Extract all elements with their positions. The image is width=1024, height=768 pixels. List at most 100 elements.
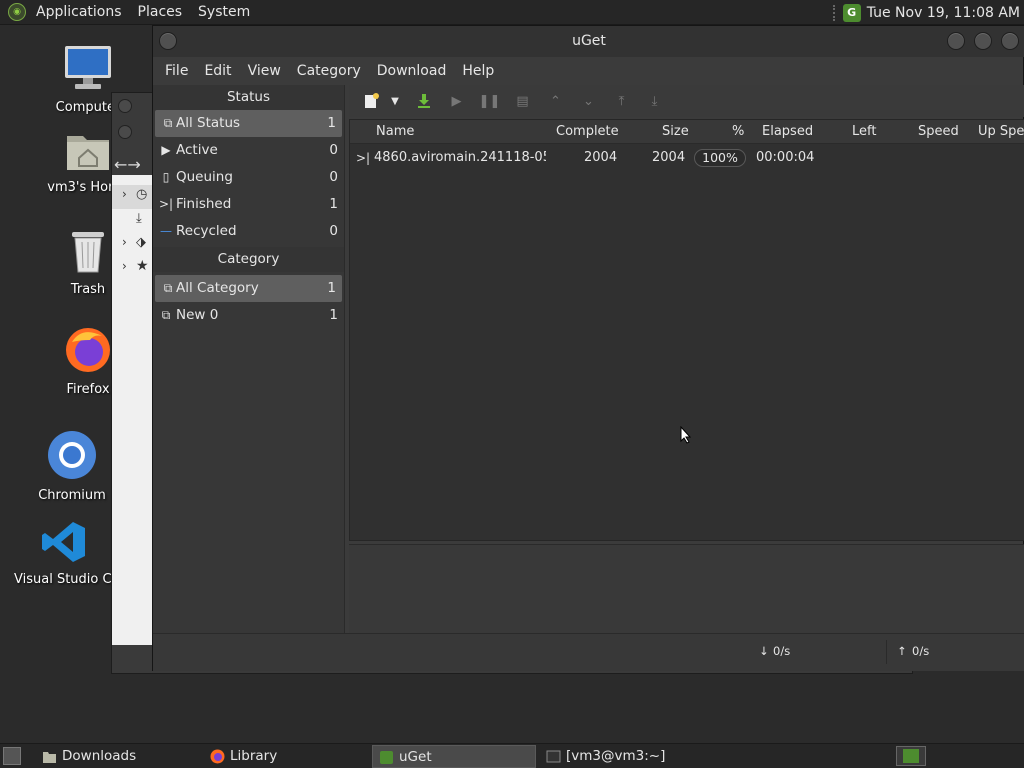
mouse-cursor-icon — [680, 426, 692, 444]
document-icon: ▯ — [162, 170, 170, 184]
download-name: 4860.aviromain.241118-0540 — [374, 150, 546, 165]
column-up-speed[interactable]: Up Speed — [978, 120, 1024, 144]
status-item-label: Active — [176, 142, 218, 158]
fm-sidebar-row[interactable]: ⤓ — [112, 209, 154, 233]
status-item-label: All Status — [176, 115, 241, 131]
vscode-icon — [42, 522, 85, 562]
fm-window-button[interactable] — [118, 99, 132, 113]
taskbar-item-uget[interactable]: uGet — [372, 745, 536, 768]
column-name[interactable]: Name — [376, 120, 414, 144]
category-header[interactable]: Category — [153, 247, 344, 272]
desktop-icon-vscode[interactable]: Visual Studio Code — [14, 520, 114, 587]
status-item-count: 0 — [329, 223, 338, 239]
window-menu-button[interactable] — [159, 32, 177, 50]
taskbar-item-label: Library — [230, 748, 278, 764]
status-item-label: Finished — [176, 196, 232, 212]
new-download-icon[interactable] — [359, 89, 383, 113]
trash-icon — [72, 232, 104, 273]
finished-icon: >| — [159, 197, 174, 211]
workspace-switcher[interactable] — [896, 746, 926, 766]
fm-sidebar-row[interactable]: › ⬗ — [112, 233, 154, 257]
tag-icon: ⬗ — [136, 235, 146, 250]
column-complete[interactable]: Complete — [556, 120, 619, 144]
fm-sidebar-row[interactable]: › ★ — [112, 257, 154, 281]
uget-tray-icon[interactable]: G — [842, 3, 861, 22]
status-item-finished[interactable]: >| Finished 1 — [153, 191, 344, 218]
window-titlebar[interactable]: uGet — [153, 26, 1024, 57]
move-down-icon[interactable]: ⌄ — [572, 89, 605, 113]
file-manager-sidebar: › ◷ ⤓ › ⬗ › ★ — [112, 175, 154, 645]
pause-icon[interactable]: ❚❚ — [473, 89, 506, 113]
left-panel: Status ⧉ All Status 1 ▶ Active 0 ▯ Queui… — [153, 85, 345, 633]
uget-window[interactable]: uGet File Edit View Category Download He… — [152, 25, 1024, 671]
move-up-icon[interactable]: ⌃ — [539, 89, 572, 113]
desktop-icon-label: Visual Studio Code — [14, 572, 114, 587]
close-button[interactable] — [1001, 32, 1019, 50]
download-icon[interactable] — [407, 89, 440, 113]
dropdown-arrow-icon[interactable]: ▼ — [383, 89, 407, 113]
show-desktop-icon[interactable] — [3, 747, 21, 765]
fm-sidebar-row[interactable]: › ◷ — [112, 185, 154, 209]
status-item-label: Queuing — [176, 169, 233, 185]
clock-icon: ◷ — [136, 187, 148, 202]
up-arrow-icon: ↑ — [897, 644, 907, 658]
back-forward-arrows-icon[interactable]: ←→ — [114, 155, 141, 174]
right-panel: ▼ ▶ ❚❚ ▤ ⌃ ⌄ ⤒ ⤓ Name Complete Size % El… — [349, 85, 1024, 633]
download-size: 2004 — [652, 150, 686, 165]
move-bottom-icon[interactable]: ⤓ — [638, 89, 671, 113]
clock[interactable]: Tue Nov 19, 11:08 AM — [867, 5, 1020, 21]
start-icon[interactable]: ▶ — [440, 89, 473, 113]
category-item-all[interactable]: ⧉ All Category 1 — [155, 275, 342, 302]
minimize-button[interactable] — [947, 32, 965, 50]
top-panel: ◉ Applications Places System G Tue Nov 1… — [0, 0, 1024, 25]
folder-icon — [43, 752, 56, 763]
status-item-queuing[interactable]: ▯ Queuing 0 — [153, 164, 344, 191]
category-item-label: New 0 — [176, 307, 219, 323]
taskbar-item-library[interactable]: Library — [204, 745, 366, 768]
applications-menu[interactable]: Applications — [28, 0, 130, 25]
toolbar: ▼ ▶ ❚❚ ▤ ⌃ ⌄ ⤒ ⤓ — [349, 85, 1024, 117]
menu-download[interactable]: Download — [369, 63, 455, 79]
category-icon: ⧉ — [163, 281, 173, 295]
category-item-new0[interactable]: ⧉ New 0 1 — [153, 302, 344, 329]
column-left[interactable]: Left — [852, 120, 876, 144]
status-item-active[interactable]: ▶ Active 0 — [153, 137, 344, 164]
menu-file[interactable]: File — [157, 63, 196, 79]
category-item-count: 1 — [329, 307, 338, 323]
category-icon: ⧉ — [161, 308, 171, 322]
menubar: File Edit View Category Download Help — [153, 57, 1024, 85]
column-percent[interactable]: % — [732, 120, 744, 144]
uget-icon — [903, 749, 919, 763]
download-icon: ⤓ — [136, 211, 142, 226]
status-header[interactable]: Status — [153, 85, 344, 110]
category-item-count: 1 — [327, 280, 336, 296]
status-item-recycled[interactable]: — Recycled 0 — [153, 218, 344, 245]
applications-logo-icon[interactable]: ◉ — [8, 3, 26, 21]
desktop-icon-chromium[interactable]: Chromium — [22, 430, 122, 503]
column-size[interactable]: Size — [662, 120, 689, 144]
panel-separator — [832, 4, 837, 21]
places-menu[interactable]: Places — [130, 0, 191, 25]
move-top-icon[interactable]: ⤒ — [605, 89, 638, 113]
column-elapsed[interactable]: Elapsed — [762, 120, 813, 144]
status-item-all[interactable]: ⧉ All Status 1 — [155, 110, 342, 137]
menu-category[interactable]: Category — [289, 63, 369, 79]
download-complete: 2004 — [584, 150, 618, 165]
status-item-count: 1 — [329, 196, 338, 212]
properties-icon[interactable]: ▤ — [506, 89, 539, 113]
menu-help[interactable]: Help — [454, 63, 502, 79]
download-list[interactable]: Name Complete Size % Elapsed Left Speed … — [349, 119, 1024, 566]
finished-icon: >| — [356, 151, 371, 165]
menu-edit[interactable]: Edit — [196, 63, 239, 79]
computer-icon — [65, 46, 111, 89]
status-bar: ↓ 0/s ↑ 0/s — [153, 633, 1024, 671]
column-speed[interactable]: Speed — [918, 120, 959, 144]
taskbar-item-downloads[interactable]: Downloads — [36, 745, 198, 768]
menu-view[interactable]: View — [240, 63, 289, 79]
taskbar-item-label: [vm3@vm3:~] — [566, 748, 666, 764]
taskbar-item-terminal[interactable]: [vm3@vm3:~] — [540, 745, 704, 768]
maximize-button[interactable] — [974, 32, 992, 50]
fm-window-button[interactable] — [118, 125, 132, 139]
system-menu[interactable]: System — [190, 0, 258, 25]
recycled-icon: — — [160, 224, 172, 238]
